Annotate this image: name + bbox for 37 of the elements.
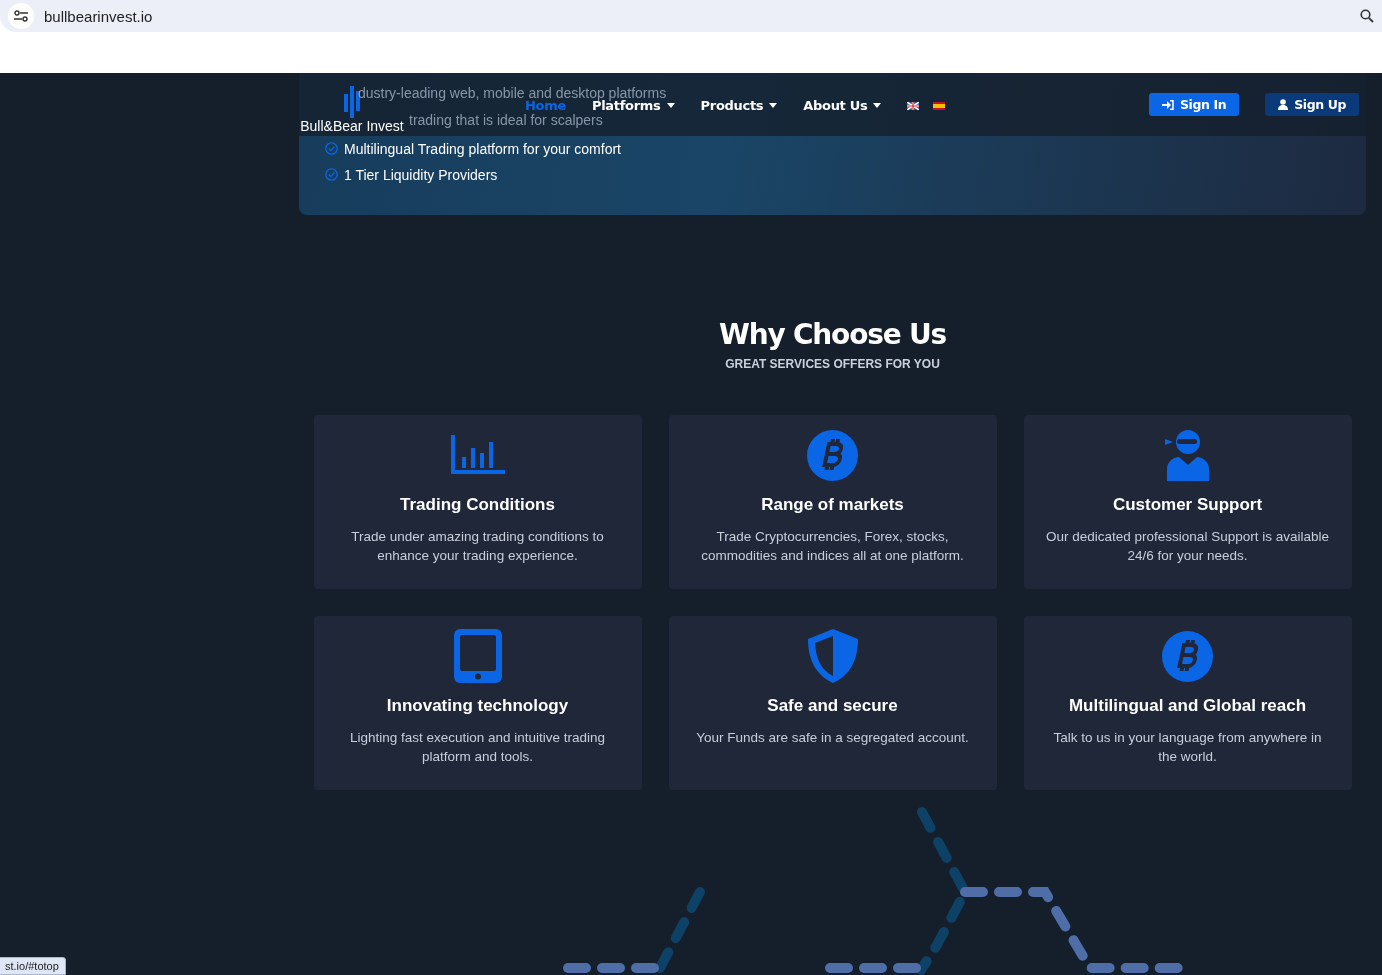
search-icon[interactable] (1360, 9, 1374, 23)
section-title: Why Choose Us (719, 318, 946, 351)
uk-flag-icon[interactable] (907, 101, 920, 110)
hero-text: trading that is ideal for scalpers (409, 112, 603, 130)
card-title: Customer Support (1112, 495, 1263, 515)
sign-in-icon (1161, 99, 1174, 110)
shield-icon (807, 629, 858, 683)
card-text: Talk to us in your language from anywhere in the world. (1052, 729, 1323, 766)
card-text: Our dedicated professional Support is available 24/6 for your needs. (1045, 528, 1330, 565)
nav-link[interactable]: About Us (803, 98, 882, 113)
card-text: Lighting fast execution and intuitive trading platform and tools. (348, 729, 607, 766)
logo-text[interactable]: Bull&Bear Invest (300, 117, 404, 134)
card-text: Your Funds are safe in a segregated account. (695, 729, 970, 747)
feature-text: Multilingual Trading platform for your comfort (344, 140, 621, 157)
sign-in-button[interactable]: Sign In (1148, 93, 1240, 116)
sign-up-button[interactable]: Sign Up (1265, 93, 1359, 116)
user-icon (1278, 99, 1289, 110)
card-title: Range of markets (761, 495, 904, 515)
nav-link[interactable]: Products (700, 98, 778, 113)
tablet-icon (453, 629, 502, 683)
card-title: Multilingual and Global reach (1068, 696, 1307, 716)
feature-text: 1 Tier Liquidity Providers (344, 166, 498, 183)
spain-flag-icon[interactable] (933, 101, 946, 110)
card-title: Safe and secure (767, 696, 898, 716)
card-text: Trade under amazing trading conditions to enhance your trading experience. (350, 528, 605, 565)
card-title: Trading Conditions (400, 495, 555, 515)
check-circle-icon (325, 142, 338, 155)
support-agent-icon (1164, 429, 1211, 481)
site-settings-icon[interactable] (8, 3, 34, 29)
card-text: Trade Cryptocurrencies, Forex, stocks, commodities and indices all at one platform. (700, 528, 965, 565)
bitcoin-icon (1162, 630, 1213, 682)
bar-chart-icon (450, 435, 505, 475)
status-url: st.io/#totop (0, 957, 66, 975)
bitcoin-icon (807, 429, 858, 481)
card-title: Innovating technology (386, 696, 569, 716)
check-circle-icon (325, 168, 338, 181)
section-subtitle: GREAT SERVICES OFFERS FOR YOU (725, 357, 940, 371)
